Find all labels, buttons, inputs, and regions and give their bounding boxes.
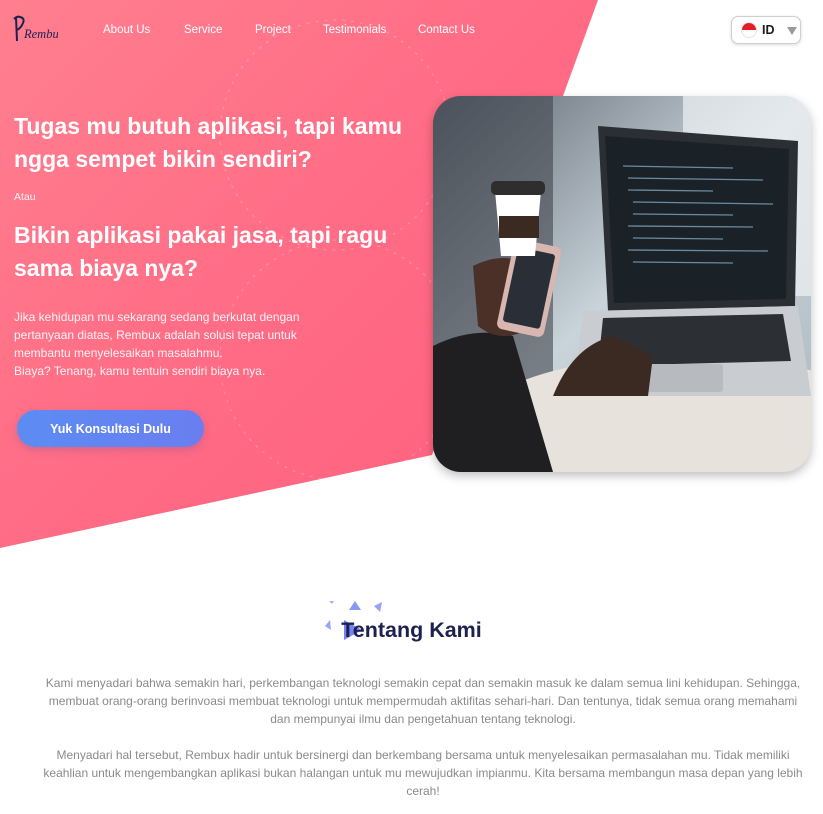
chevron-down-icon — [786, 27, 797, 35]
language-code: ID — [762, 23, 775, 37]
hero-headline: Tugas mu butuh aplikasi, tapi kamu ngga … — [14, 113, 403, 172]
about-paragraph: Kami menyadari bahwa semakin hari, perke… — [45, 676, 801, 726]
hero-laptop-photo — [433, 96, 811, 472]
hero-headline-secondary: Bikin aplikasi pakai jasa, tapi ragu sam… — [14, 222, 388, 281]
nav-contact-us[interactable]: Contact Us — [418, 24, 475, 36]
logo-text: Rembux — [23, 27, 58, 41]
nav-service[interactable]: Service — [184, 24, 222, 36]
nav-about-us[interactable]: About Us — [103, 24, 150, 36]
rembux-logo[interactable]: Rembux — [12, 14, 65, 44]
indonesia-flag-icon — [741, 22, 757, 38]
language-selector[interactable]: ID — [731, 16, 801, 44]
rembux-logo-mark: Rembux — [13, 15, 65, 42]
consultation-button[interactable]: Yuk Konsultasi Dulu — [17, 410, 204, 447]
hero-description: Jika kehidupan mu sekarang sedang berkut… — [14, 308, 344, 380]
nav-testimonials[interactable]: Testimonials — [323, 24, 386, 36]
about-section-title: Tentang Kami — [341, 618, 482, 642]
about-paragraph: Menyadari hal tersebut, Rembux hadir unt… — [43, 748, 803, 798]
laptop-photo-illustration — [433, 96, 811, 472]
nav-project[interactable]: Project — [255, 24, 291, 36]
hero-or-text: Atau — [14, 191, 36, 203]
hero-description-line: Jika kehidupan mu sekarang sedang berkut… — [14, 310, 300, 360]
hero-description-line: Biaya? Tenang, kamu tentuin sendiri biay… — [14, 364, 266, 378]
